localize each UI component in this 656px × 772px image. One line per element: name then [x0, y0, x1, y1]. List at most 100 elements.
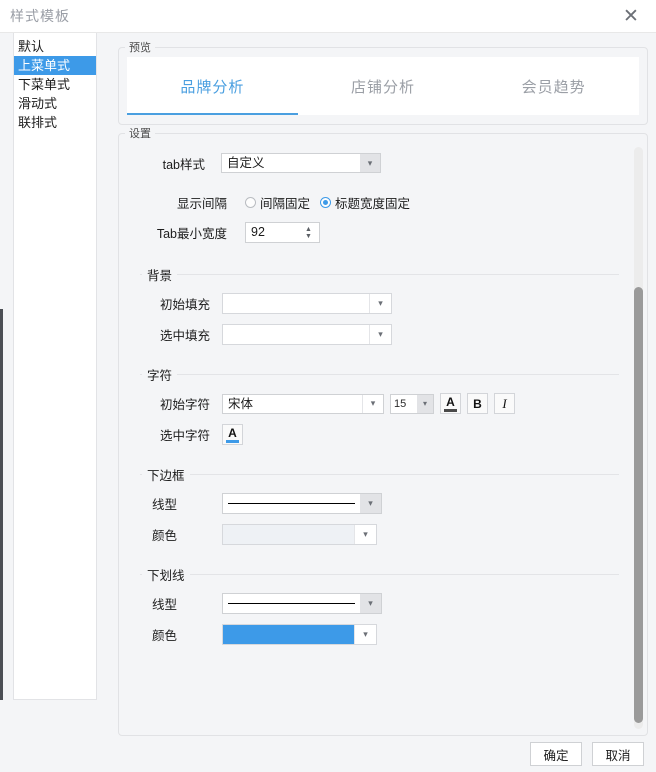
chevron-down-icon: ▾ — [369, 294, 391, 313]
cancel-button[interactable]: 取消 — [592, 742, 644, 766]
scrollbar-thumb[interactable] — [634, 287, 643, 723]
font-color-glyph: A — [446, 394, 455, 409]
selected-font-color-glyph: A — [228, 425, 237, 440]
row-underline-color: 颜色 ▾ — [140, 624, 619, 645]
chevron-down-icon: ▾ — [360, 494, 381, 513]
row-initial-char: 初始字符 宋体 ▾ 15 ▾ A B I — [140, 393, 619, 414]
sidebar-item-default[interactable]: 默认 — [14, 37, 96, 56]
initial-char-label: 初始字符 — [159, 398, 210, 412]
preview-tab-member[interactable]: 会员趋势 — [468, 57, 639, 115]
row-initial-fill: 初始填充 ▾ — [140, 293, 619, 314]
dialog-body: 默认 上菜单式 下菜单式 滑动式 联排式 预览 品牌分析 店铺分析 会员趋势 设… — [0, 33, 656, 736]
tab-min-width-value: 92 — [251, 225, 265, 239]
preview-tab-store[interactable]: 店铺分析 — [298, 57, 469, 115]
underline-color-select[interactable]: ▾ — [222, 624, 377, 645]
preview-tab-brand[interactable]: 品牌分析 — [127, 57, 298, 115]
underline-line-style-select[interactable]: ▾ — [222, 593, 382, 614]
radio-fixed-interval-label: 间隔固定 — [260, 197, 311, 211]
line-preview-solid — [223, 594, 360, 613]
underline-color-label: 颜色 — [152, 629, 178, 643]
dialog-footer: 确定 取消 — [0, 736, 656, 772]
initial-fill-label: 初始填充 — [159, 298, 210, 312]
page-title: 样式模板 — [10, 8, 70, 24]
chevron-down-icon: ▾ — [417, 394, 433, 413]
tab-style-label: tab样式 — [162, 157, 205, 172]
selected-fill-color-select[interactable]: ▾ — [222, 324, 392, 345]
underline-legend: 下划线 — [147, 569, 185, 583]
background-legend: 背景 — [147, 269, 173, 283]
ok-button[interactable]: 确定 — [530, 742, 582, 766]
bottom-border-body: 线型 ▾ 颜色 ▾ — [140, 484, 619, 545]
sidebar-item-top-menu[interactable]: 上菜单式 — [14, 56, 96, 75]
character-body: 初始字符 宋体 ▾ 15 ▾ A B I 选中字符 A — [140, 384, 619, 445]
preview-group: 预览 品牌分析 店铺分析 会员趋势 — [118, 39, 648, 125]
radio-icon-unchecked — [245, 197, 256, 208]
bottom-border-legend: 下边框 — [147, 469, 185, 483]
line-preview-solid — [223, 494, 360, 513]
settings-group: 设置 tab样式 自定义 ▾ 显示间隔 间隔固定 标题宽度固定 Tab最小宽度 … — [118, 125, 648, 736]
display-interval-label: 显示间隔 — [176, 197, 227, 211]
stepper-arrows[interactable]: ▲ ▼ — [300, 223, 319, 242]
tab-style-value: 自定义 — [227, 156, 265, 170]
initial-char-size-value: 15 — [394, 397, 407, 410]
row-display-interval: 显示间隔 间隔固定 标题宽度固定 — [127, 193, 621, 212]
initial-char-font-select[interactable]: 宋体 ▾ — [222, 393, 384, 414]
character-group: 字符 初始字符 宋体 ▾ 15 ▾ A B I 选中字符 A — [140, 365, 619, 455]
background-body: 初始填充 ▾ 选中填充 ▾ — [140, 284, 619, 345]
sidebar-item-bottom-menu[interactable]: 下菜单式 — [14, 75, 96, 94]
initial-char-size-select[interactable]: 15 ▾ — [390, 393, 434, 414]
radio-fixed-title-width[interactable]: 标题宽度固定 — [320, 193, 410, 212]
initial-fill-color-select[interactable]: ▾ — [222, 293, 392, 314]
chevron-down-icon: ▾ — [362, 394, 383, 413]
spinner-up-icon[interactable]: ▲ — [305, 226, 312, 233]
italic-button[interactable]: I — [494, 393, 515, 414]
selected-font-color-icon[interactable]: A — [222, 424, 243, 445]
initial-fill-swatch — [223, 294, 369, 313]
template-list[interactable]: 默认 上菜单式 下菜单式 滑动式 联排式 — [13, 33, 97, 700]
title-bar: 样式模板 ✕ — [0, 0, 656, 33]
close-icon[interactable]: ✕ — [614, 0, 648, 32]
tab-min-width-stepper[interactable]: 92 ▲ ▼ — [245, 222, 320, 243]
left-edge-strip — [0, 309, 3, 700]
initial-char-font-value: 宋体 — [228, 396, 254, 411]
font-color-icon[interactable]: A — [440, 393, 461, 414]
row-selected-fill: 选中填充 ▾ — [140, 324, 619, 345]
chevron-down-icon: ▾ — [360, 594, 381, 613]
bold-label: B — [473, 396, 482, 411]
bottom-border-group: 下边框 线型 ▾ 颜色 ▾ — [140, 465, 619, 555]
underline-color-swatch — [223, 625, 354, 644]
tab-style-select[interactable]: 自定义 ▾ — [221, 153, 381, 173]
row-border-color: 颜色 ▾ — [140, 524, 619, 545]
underline-line-style-label: 线型 — [152, 598, 178, 612]
selected-fill-swatch — [223, 325, 369, 344]
border-color-swatch — [223, 525, 354, 544]
preview-legend: 预览 — [129, 42, 151, 54]
character-legend: 字符 — [147, 369, 173, 383]
font-color-bar — [444, 408, 457, 412]
border-line-style-select[interactable]: ▾ — [222, 493, 382, 514]
vertical-scrollbar[interactable] — [634, 147, 643, 729]
chevron-down-icon: ▾ — [354, 625, 376, 644]
sidebar-item-slide[interactable]: 滑动式 — [14, 94, 96, 113]
selected-font-color-bar — [226, 439, 239, 443]
settings-legend: 设置 — [129, 128, 151, 140]
radio-fixed-interval[interactable]: 间隔固定 — [245, 193, 310, 212]
spinner-down-icon[interactable]: ▼ — [305, 233, 312, 240]
chevron-down-icon: ▾ — [360, 154, 380, 172]
chevron-down-icon: ▾ — [354, 525, 376, 544]
sidebar-item-row[interactable]: 联排式 — [14, 113, 96, 132]
row-selected-char: 选中字符 A — [140, 424, 619, 445]
row-tab-style: tab样式 自定义 ▾ — [127, 153, 621, 173]
bold-button[interactable]: B — [467, 393, 488, 414]
row-underline-line-style: 线型 ▾ — [140, 593, 619, 614]
border-color-select[interactable]: ▾ — [222, 524, 377, 545]
tab-min-width-label: Tab最小宽度 — [156, 227, 227, 241]
right-pane: 预览 品牌分析 店铺分析 会员趋势 设置 tab样式 自定义 ▾ 显示间隔 间隔… — [118, 39, 648, 736]
italic-label: I — [502, 395, 507, 411]
preview-tabbar: 品牌分析 店铺分析 会员趋势 — [127, 57, 639, 115]
row-border-line-style: 线型 ▾ — [140, 493, 619, 514]
underline-body: 线型 ▾ 颜色 ▾ — [140, 584, 619, 645]
style-template-dialog: 样式模板 ✕ 默认 上菜单式 下菜单式 滑动式 联排式 预览 品牌分析 店铺分析… — [0, 0, 656, 772]
radio-fixed-title-width-label: 标题宽度固定 — [335, 197, 411, 211]
selected-char-label: 选中字符 — [159, 429, 210, 443]
